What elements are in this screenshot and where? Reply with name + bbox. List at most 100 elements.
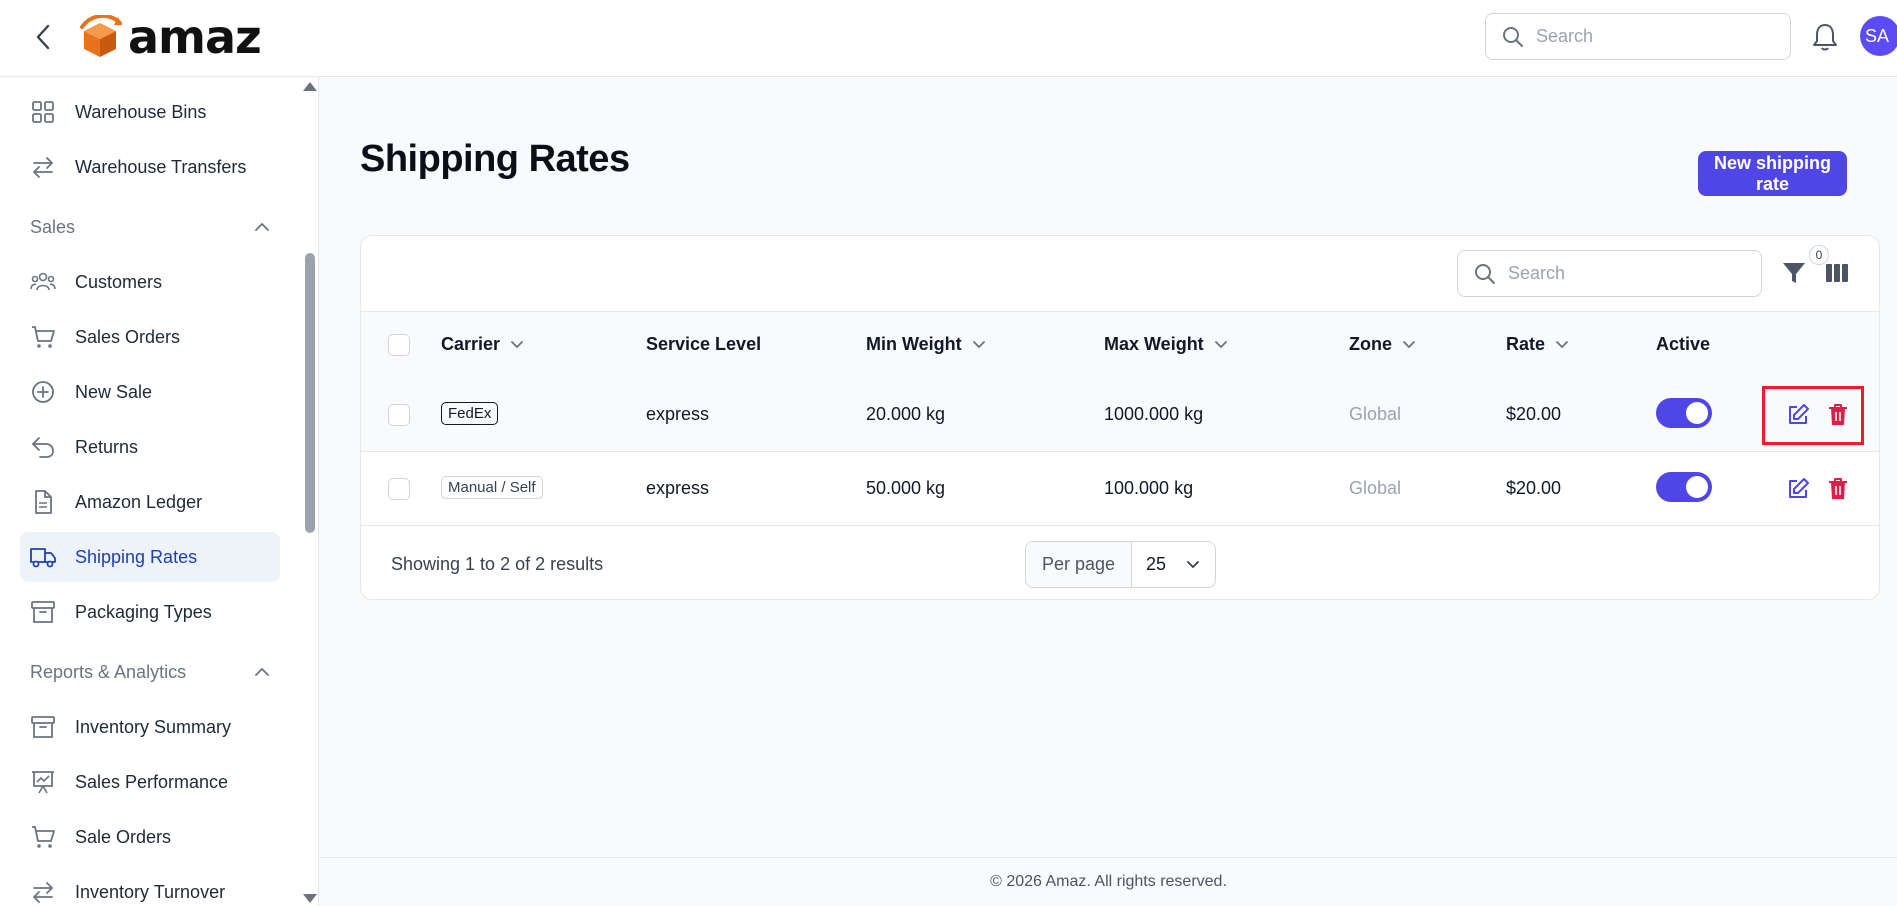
- sidebar-item-label: Sales Orders: [75, 326, 181, 347]
- sidebar-item-customers[interactable]: Customers: [20, 257, 280, 307]
- delete-button[interactable]: [1826, 477, 1850, 501]
- global-search-input[interactable]: [1536, 26, 1776, 47]
- sidebar-item-returns[interactable]: Returns: [20, 422, 280, 472]
- column-toggle-button[interactable]: [1825, 261, 1849, 285]
- scroll-down-arrow[interactable]: [303, 894, 317, 903]
- page-title: Shipping Rates: [360, 138, 630, 180]
- column-header-service-level: Service Level: [646, 334, 761, 355]
- active-toggle[interactable]: [1656, 398, 1712, 428]
- divider: [361, 451, 1879, 452]
- sidebar: Warehouse Bins Warehouse Transfers Sales…: [0, 78, 319, 906]
- chevron-up-icon: [255, 222, 269, 231]
- filter-button[interactable]: [1781, 260, 1807, 286]
- chevron-down-icon: [972, 341, 985, 349]
- sidebar-item-inventory-turnover[interactable]: Inventory Turnover: [20, 867, 280, 906]
- sidebar-item-label: Shipping Rates: [75, 546, 198, 567]
- sidebar-item-label: Inventory Summary: [75, 716, 232, 737]
- sidebar-section-reports[interactable]: Reports & Analytics: [30, 657, 270, 687]
- sidebar-item-label: Sales Performance: [75, 771, 229, 792]
- sidebar-item-sale-orders[interactable]: Sale Orders: [20, 812, 280, 862]
- pagination-summary: Showing 1 to 2 of 2 results: [391, 554, 604, 574]
- grid-icon: [32, 101, 54, 123]
- carrier-badge: Manual / Self: [441, 476, 543, 499]
- global-search[interactable]: [1485, 13, 1791, 60]
- chevron-down-icon: [1187, 561, 1199, 569]
- sidebar-item-sales-performance[interactable]: Sales Performance: [20, 757, 280, 807]
- document-icon: [35, 490, 52, 514]
- sidebar-item-shipping-rates[interactable]: Shipping Rates: [20, 532, 280, 582]
- plus-circle-icon: [32, 381, 54, 403]
- chevron-down-icon: [511, 341, 523, 349]
- zone-cell: Global: [1349, 478, 1402, 498]
- notifications-button[interactable]: [1811, 22, 1839, 52]
- sidebar-item-label: Returns: [75, 436, 139, 457]
- zone-cell: Global: [1349, 404, 1402, 424]
- chevron-left-icon: [36, 24, 50, 50]
- search-icon: [1475, 263, 1495, 284]
- sidebar-item-new-sale[interactable]: New Sale: [20, 367, 280, 417]
- action-highlight-box: [1762, 386, 1864, 445]
- sidebar-scrollbar-thumb[interactable]: [305, 253, 315, 533]
- column-header-carrier[interactable]: Carrier: [441, 334, 524, 355]
- chevron-down-icon: [1556, 341, 1568, 349]
- truck-icon: [30, 548, 56, 568]
- sidebar-item-packaging-types[interactable]: Packaging Types: [20, 587, 280, 637]
- logo-text: amaz: [128, 10, 262, 64]
- divider: [361, 311, 1879, 312]
- columns-icon: [1826, 264, 1848, 282]
- search-icon: [1503, 26, 1523, 47]
- back-button[interactable]: [30, 22, 56, 52]
- page-footer: © 2026 Amaz. All rights reserved.: [320, 857, 1897, 906]
- arrows-left-right-icon: [33, 157, 53, 178]
- column-header-rate[interactable]: Rate: [1506, 334, 1569, 355]
- min-weight-cell: 20.000 kg: [866, 404, 946, 424]
- cart-icon: [32, 326, 55, 348]
- cart-icon: [32, 826, 55, 848]
- table-search[interactable]: [1457, 250, 1762, 297]
- undo-arrow-icon: [32, 437, 54, 458]
- sidebar-item-label: Amazon Ledger: [75, 491, 203, 512]
- column-label: Rate: [1506, 334, 1546, 354]
- users-icon: [30, 272, 56, 291]
- column-header-max-weight[interactable]: Max Weight: [1104, 334, 1228, 355]
- arrows-left-right-icon: [33, 882, 53, 903]
- app-logo[interactable]: amaz: [78, 10, 262, 64]
- per-page-select[interactable]: Per page 25: [1025, 541, 1216, 588]
- column-label: Active: [1656, 334, 1711, 354]
- column-header-active: Active: [1656, 334, 1710, 355]
- sidebar-item-amazon-ledger[interactable]: Amazon Ledger: [20, 477, 280, 527]
- sidebar-item-label: Warehouse Transfers: [75, 156, 247, 177]
- shipping-rates-table-card: 0 Carrier Service Level Min Weight Max W…: [360, 235, 1880, 600]
- user-avatar[interactable]: SA: [1860, 16, 1897, 56]
- section-label: Sales: [30, 216, 76, 237]
- chevron-down-icon: [1214, 341, 1227, 349]
- per-page-value[interactable]: 25: [1132, 542, 1215, 587]
- table-search-input[interactable]: [1508, 263, 1748, 284]
- divider: [361, 525, 1879, 526]
- edit-button[interactable]: [1786, 477, 1810, 501]
- column-label: Service Level: [646, 334, 762, 354]
- bell-icon: [1813, 24, 1837, 51]
- row-checkbox[interactable]: [388, 404, 410, 426]
- rate-cell: $20.00: [1506, 478, 1562, 498]
- chevron-up-icon: [255, 667, 269, 676]
- sidebar-item-warehouse-transfers[interactable]: Warehouse Transfers: [20, 142, 280, 192]
- max-weight-cell: 1000.000 kg: [1104, 404, 1204, 424]
- column-header-zone[interactable]: Zone: [1349, 334, 1416, 355]
- min-weight-cell: 50.000 kg: [866, 478, 946, 498]
- active-toggle[interactable]: [1656, 472, 1712, 502]
- top-bar: amaz SA: [0, 0, 1897, 77]
- new-shipping-rate-button[interactable]: New shipping rate: [1698, 151, 1847, 196]
- scroll-up-arrow[interactable]: [303, 82, 317, 91]
- sidebar-item-inventory-summary[interactable]: Inventory Summary: [20, 702, 280, 752]
- sidebar-item-label: New Sale: [75, 381, 153, 402]
- column-label: Carrier: [441, 334, 501, 354]
- select-all-checkbox[interactable]: [388, 334, 410, 356]
- sidebar-section-sales[interactable]: Sales: [30, 212, 270, 242]
- row-checkbox[interactable]: [388, 478, 410, 500]
- column-label: Zone: [1349, 334, 1392, 354]
- sidebar-item-label: Warehouse Bins: [75, 101, 207, 122]
- column-header-min-weight[interactable]: Min Weight: [866, 334, 986, 355]
- sidebar-item-sales-orders[interactable]: Sales Orders: [20, 312, 280, 362]
- sidebar-item-warehouse-bins[interactable]: Warehouse Bins: [20, 87, 280, 137]
